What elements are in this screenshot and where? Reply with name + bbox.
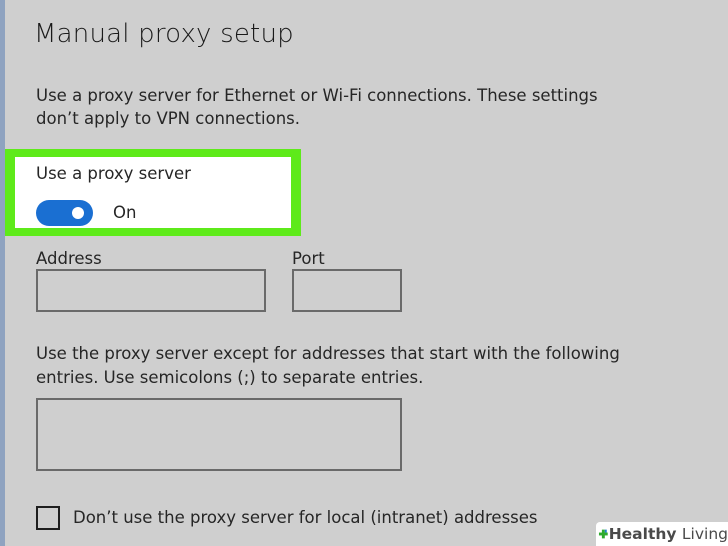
exceptions-description: Use the proxy server except for addresse… (36, 342, 656, 390)
address-input[interactable] (36, 269, 266, 312)
port-input[interactable] (292, 269, 402, 312)
use-proxy-label: Use a proxy server (36, 164, 191, 183)
highlight-box: Use a proxy server On (5, 149, 301, 236)
proxy-description: Use a proxy server for Ethernet or Wi-Fi… (36, 84, 636, 130)
toggle-knob (72, 207, 84, 219)
toggle-state-label: On (113, 203, 137, 222)
proxy-toggle-panel: Use a proxy server On (15, 157, 291, 228)
exceptions-description-line2: entries. Use semicolons (;) to separate … (36, 368, 424, 387)
plus-cross-icon (598, 529, 608, 539)
exceptions-textarea[interactable] (36, 398, 402, 471)
watermark-brand-bold: Healthy (608, 525, 677, 543)
address-label: Address (36, 249, 102, 268)
watermark: Healthy Living (596, 522, 728, 546)
window-left-edge (0, 0, 5, 546)
use-proxy-toggle[interactable] (36, 200, 93, 226)
proxy-description-line1: Use a proxy server for Ethernet or Wi-Fi… (36, 86, 598, 105)
watermark-text: Healthy Living (609, 525, 728, 543)
port-label: Port (292, 249, 325, 268)
local-addresses-checkbox[interactable] (36, 506, 60, 530)
local-addresses-label: Don’t use the proxy server for local (in… (73, 508, 538, 527)
watermark-brand-light: Living (681, 525, 728, 543)
page-title: Manual proxy setup (34, 19, 294, 49)
proxy-description-line2: don’t apply to VPN connections. (36, 109, 301, 128)
exceptions-description-line1: Use the proxy server except for addresse… (36, 344, 620, 363)
